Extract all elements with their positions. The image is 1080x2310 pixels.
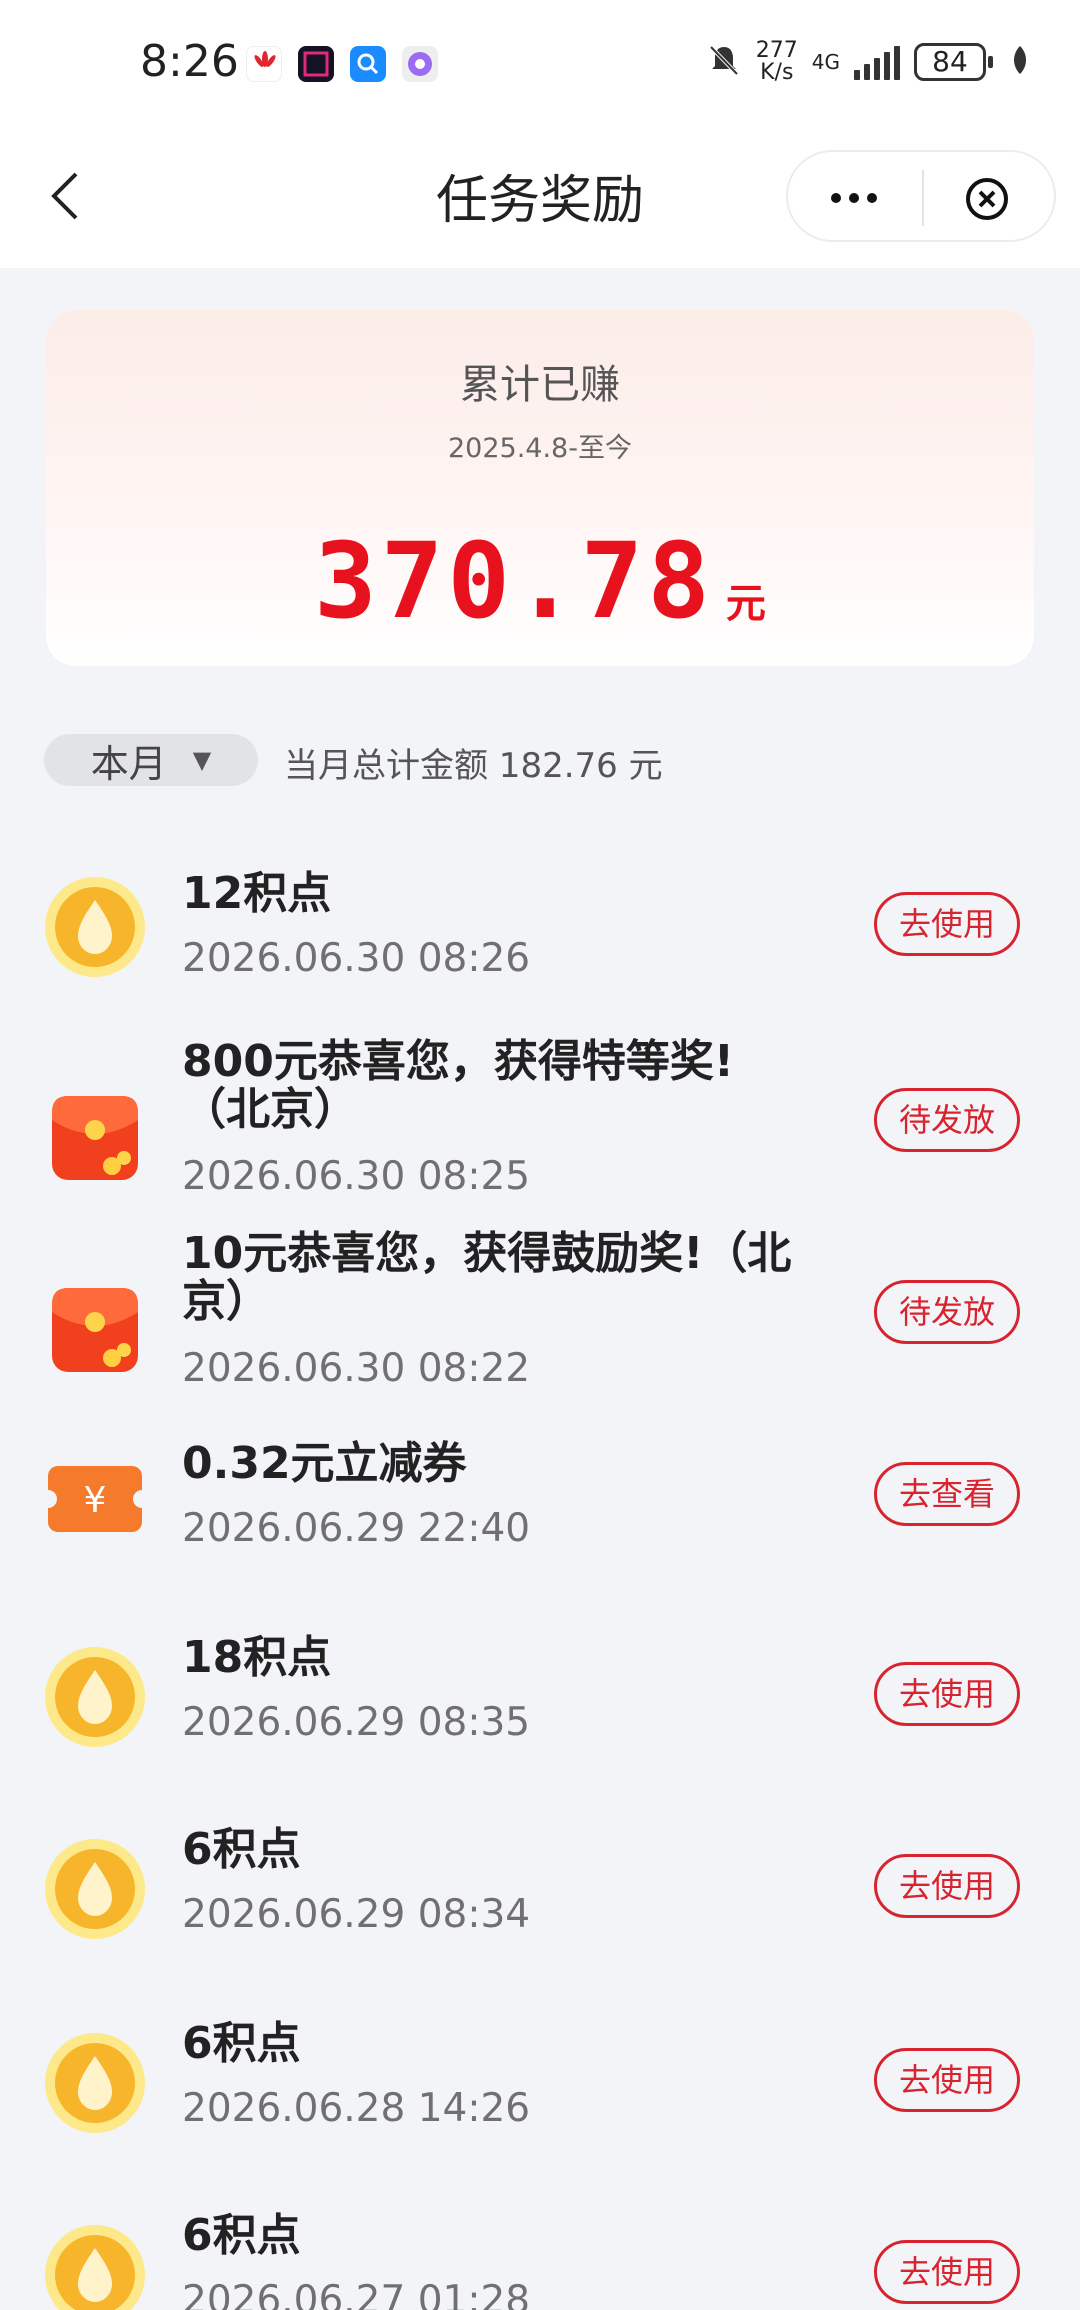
close-circle-icon bbox=[966, 178, 1008, 220]
search-app-icon bbox=[350, 46, 386, 82]
points-drop-icon bbox=[44, 2224, 146, 2310]
reward-action-button[interactable]: 去使用 bbox=[874, 1854, 1020, 1918]
browser-app-icon bbox=[402, 46, 438, 82]
reward-date: 2026.06.28 14:26 bbox=[182, 2086, 531, 2131]
dropdown-triangle-icon: ▼ bbox=[192, 746, 212, 774]
reward-action-button[interactable]: 待发放 bbox=[874, 1088, 1020, 1152]
points-drop-icon bbox=[44, 2032, 146, 2134]
red-envelope-icon bbox=[44, 1086, 146, 1188]
reward-action-button[interactable]: 去使用 bbox=[874, 892, 1020, 956]
reward-date: 2026.06.30 08:26 bbox=[182, 936, 531, 981]
svg-text:¥: ¥ bbox=[84, 1480, 107, 1521]
speed-value: 277 bbox=[755, 38, 798, 63]
network-type: 4G bbox=[811, 50, 840, 74]
red-envelope-icon bbox=[44, 1278, 146, 1380]
mute-bell-icon bbox=[706, 42, 742, 82]
reward-date: 2026.06.30 08:25 bbox=[182, 1154, 531, 1199]
reward-title: 6积点 bbox=[182, 1824, 301, 1875]
close-button[interactable] bbox=[964, 176, 1010, 222]
signal-icon bbox=[854, 44, 900, 80]
huawei-app-icon bbox=[246, 46, 282, 82]
nav-bar: 任务奖励 bbox=[0, 130, 1080, 268]
reward-action-button[interactable]: 去查看 bbox=[874, 1462, 1020, 1526]
reward-action-button[interactable]: 去使用 bbox=[874, 2048, 1020, 2112]
reward-title: 800元恭喜您，获得特等奖!（北京） bbox=[182, 1036, 734, 1135]
more-button[interactable] bbox=[824, 176, 884, 220]
reward-action-button[interactable]: 去使用 bbox=[874, 1662, 1020, 1726]
status-indicators: 277 K/s 4G 84 bbox=[706, 40, 1030, 84]
news-app-icon bbox=[298, 46, 334, 82]
battery-level: 84 bbox=[914, 43, 993, 81]
leaf-icon bbox=[1010, 44, 1030, 80]
points-drop-icon bbox=[44, 1646, 146, 1748]
reward-title: 12积点 bbox=[182, 868, 332, 919]
reward-date: 2026.06.30 08:22 bbox=[182, 1346, 531, 1391]
notification-app-icons bbox=[246, 46, 438, 82]
status-time: 8:26 bbox=[140, 36, 239, 87]
reward-title: 6积点 bbox=[182, 2018, 301, 2069]
points-drop-icon bbox=[44, 1838, 146, 1940]
summary-amount-row: 370.78 元 bbox=[46, 520, 1034, 642]
reward-title: 18积点 bbox=[182, 1632, 332, 1683]
period-selector[interactable]: 本月 ▼ bbox=[44, 734, 258, 786]
reward-date: 2026.06.29 08:34 bbox=[182, 1892, 531, 1937]
reward-title: 0.32元立减券 bbox=[182, 1438, 467, 1489]
month-total-text: 当月总计金额 182.76 元 bbox=[284, 746, 663, 786]
reward-action-button[interactable]: 去使用 bbox=[874, 2240, 1020, 2304]
capsule-divider bbox=[922, 170, 924, 226]
total-earned-amount: 370.78 bbox=[314, 520, 714, 642]
reward-action-button[interactable]: 待发放 bbox=[874, 1280, 1020, 1344]
points-drop-icon bbox=[44, 876, 146, 978]
reward-title: 6积点 bbox=[182, 2210, 301, 2261]
period-label: 本月 bbox=[90, 741, 167, 786]
summary-label: 累计已赚 bbox=[460, 362, 620, 408]
earnings-summary-card: 累计已赚 2025.4.8-至今 370.78 元 bbox=[46, 310, 1034, 666]
reward-date: 2026.06.29 08:35 bbox=[182, 1700, 531, 1745]
amount-unit: 元 bbox=[725, 581, 766, 627]
network-speed: 277 K/s bbox=[756, 40, 798, 84]
reward-date: 2026.06.27 01:28 bbox=[182, 2278, 531, 2310]
speed-unit: K/s bbox=[760, 60, 794, 85]
coupon-icon: ¥ bbox=[39, 1448, 151, 1550]
status-bar: 8:26 277 K/s 4G 84 bbox=[0, 0, 1080, 130]
mini-program-capsule bbox=[786, 150, 1056, 242]
reward-date: 2026.06.29 22:40 bbox=[182, 1506, 531, 1551]
summary-date-range: 2025.4.8-至今 bbox=[448, 433, 632, 464]
reward-title: 10元恭喜您，获得鼓励奖!（北京） bbox=[182, 1228, 792, 1327]
more-dots-icon bbox=[831, 193, 841, 203]
